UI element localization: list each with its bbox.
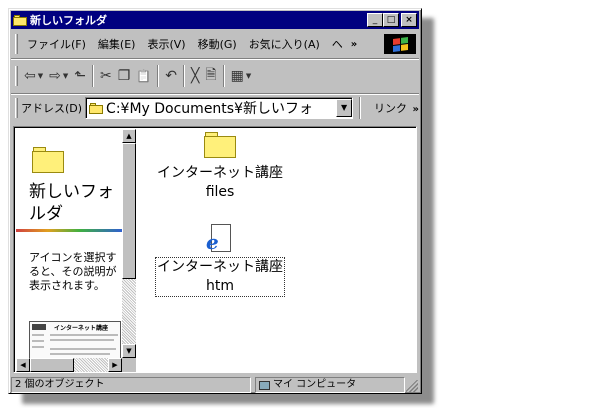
file-name: インターネット講座 <box>157 259 283 275</box>
properties-icon: 🗎 <box>205 67 217 83</box>
menu-more-chevron[interactable]: » <box>351 39 357 50</box>
close-button[interactable]: × <box>401 13 417 27</box>
toolbar-separator <box>222 65 225 87</box>
copy-button[interactable]: ❐ <box>115 64 134 88</box>
explorer-window: 新しいフォルダ _ □ × ファイル(F) 編集(E) 表示(V) 移動(G) … <box>8 8 422 394</box>
horizontal-scroll-thumb[interactable] <box>30 358 74 372</box>
web-view-info-pane: 新しいフォルダ アイコンを選択すると、その説明が表示されます。 インターネット講… <box>16 129 136 372</box>
computer-icon <box>259 380 270 390</box>
standard-toolbar: ⇦ ▼ ⇨ ▼ ⬑ ✂ ❐ 📋 ↶ ╳ 🗎 ▦ ▼ <box>11 60 419 92</box>
vertical-scrollbar[interactable]: ▲ ▼ <box>122 129 136 358</box>
forward-arrow-icon: ⇨ <box>49 68 61 84</box>
folder-view[interactable]: 新しいフォルダ アイコンを選択すると、その説明が表示されます。 インターネット講… <box>13 126 417 373</box>
info-pane-title: 新しいフォルダ <box>29 182 114 224</box>
delete-button[interactable]: ╳ <box>188 64 202 88</box>
status-location-text: マイ コンピュータ <box>273 379 357 390</box>
views-button[interactable]: ▦ ▼ <box>228 64 255 88</box>
gradient-divider <box>16 229 122 232</box>
status-location: マイ コンピュータ <box>255 377 405 393</box>
address-bar: アドレス(D) C:¥My Documents¥新しいフォ ▼ リンク » <box>11 95 419 121</box>
vertical-scroll-thumb[interactable] <box>122 143 136 279</box>
address-grip[interactable] <box>15 98 18 118</box>
forward-button[interactable]: ⇨ ▼ <box>46 64 71 88</box>
links-more-chevron: » <box>412 104 419 115</box>
undo-icon: ↶ <box>165 68 177 84</box>
file-name-ext: htm <box>206 278 234 294</box>
toolbar-separator <box>182 65 185 87</box>
back-arrow-icon: ⇦ <box>24 68 36 84</box>
delete-x-icon: ╳ <box>190 68 200 84</box>
info-pane-description: アイコンを選択すると、その説明が表示されます。 <box>29 251 117 292</box>
selected-file-label: インターネット講座 htm <box>155 257 285 297</box>
paste-button[interactable]: 📋 <box>133 64 154 88</box>
menu-edit[interactable]: 編集(E) <box>92 36 142 52</box>
windows-logo-icon <box>384 34 416 54</box>
scrollbar-corner <box>122 358 136 372</box>
maximize-button[interactable]: □ <box>383 13 399 27</box>
folder-icon <box>204 132 236 158</box>
status-object-count: 2 個のオブジェクト <box>11 377 251 393</box>
menu-favorites[interactable]: お気に入り(A) <box>243 36 326 52</box>
address-input[interactable]: C:¥My Documents¥新しいフォ ▼ <box>85 97 354 119</box>
toolbar-separator <box>91 65 94 87</box>
scroll-down-button[interactable]: ▼ <box>122 344 136 358</box>
info-pane-content: 新しいフォルダ アイコンを選択すると、その説明が表示されます。 インターネット講… <box>16 129 122 358</box>
folder-icon <box>13 14 27 26</box>
menu-go[interactable]: 移動(G) <box>192 36 243 52</box>
menu-bar: ファイル(F) 編集(E) 表示(V) 移動(G) お気に入り(A) ヘ » <box>11 31 419 57</box>
status-bar: 2 個のオブジェクト マイ コンピュータ <box>11 377 419 393</box>
file-name-ext: files <box>205 184 235 200</box>
scroll-up-button[interactable]: ▲ <box>122 129 136 143</box>
scroll-left-button[interactable]: ◀ <box>16 358 30 372</box>
chevron-down-icon: ▼ <box>62 72 69 80</box>
toolbar-grip[interactable] <box>15 66 18 86</box>
menu-file[interactable]: ファイル(F) <box>21 36 92 52</box>
ie-document-icon: e <box>206 224 233 254</box>
title-bar[interactable]: 新しいフォルダ _ □ × <box>11 11 419 29</box>
copy-icon: ❐ <box>117 68 131 84</box>
address-dropdown-button[interactable]: ▼ <box>336 99 353 117</box>
resize-grip-icon[interactable] <box>406 380 418 392</box>
folder-icon <box>32 147 64 173</box>
thumbnail-caption: インターネット講座 <box>54 325 109 332</box>
toolbar-separator <box>359 97 362 119</box>
back-button[interactable]: ⇦ ▼ <box>21 64 46 88</box>
chevron-down-icon: ▼ <box>37 72 44 80</box>
undo-button[interactable]: ↶ <box>162 64 180 88</box>
toolbar-separator <box>157 65 160 87</box>
window-controls: _ □ × <box>367 13 417 27</box>
horizontal-scrollbar[interactable]: ◀ ▶ <box>16 358 122 372</box>
address-value[interactable]: C:¥My Documents¥新しいフォ <box>106 98 336 118</box>
menu-view[interactable]: 表示(V) <box>141 36 191 52</box>
window-title: 新しいフォルダ <box>30 14 107 27</box>
links-button[interactable]: リンク » <box>374 100 419 116</box>
minimize-button[interactable]: _ <box>367 13 383 27</box>
scroll-right-button[interactable]: ▶ <box>108 358 122 372</box>
properties-button[interactable]: 🗎 <box>202 64 219 88</box>
file-item-htm[interactable]: e インターネット講座 htm <box>140 224 300 297</box>
file-name: インターネット講座 <box>157 165 283 181</box>
folder-icon <box>89 102 104 114</box>
preview-thumbnail: インターネット講座 <box>29 321 121 358</box>
up-folder-icon: ⬑ <box>74 68 86 84</box>
menu-grip[interactable] <box>15 34 18 54</box>
address-label: アドレス(D) <box>20 102 83 115</box>
clipboard-icon: 📋 <box>136 69 152 83</box>
menu-help[interactable]: ヘ <box>326 36 349 52</box>
up-folder-button[interactable]: ⬑ <box>71 64 89 88</box>
links-label: リンク <box>374 102 408 115</box>
file-item-folder[interactable]: インターネット講座 files <box>140 132 300 202</box>
views-grid-icon: ▦ <box>230 68 244 84</box>
cut-button[interactable]: ✂ <box>97 64 115 88</box>
scissors-icon: ✂ <box>99 68 112 84</box>
chevron-down-icon: ▼ <box>245 72 252 80</box>
